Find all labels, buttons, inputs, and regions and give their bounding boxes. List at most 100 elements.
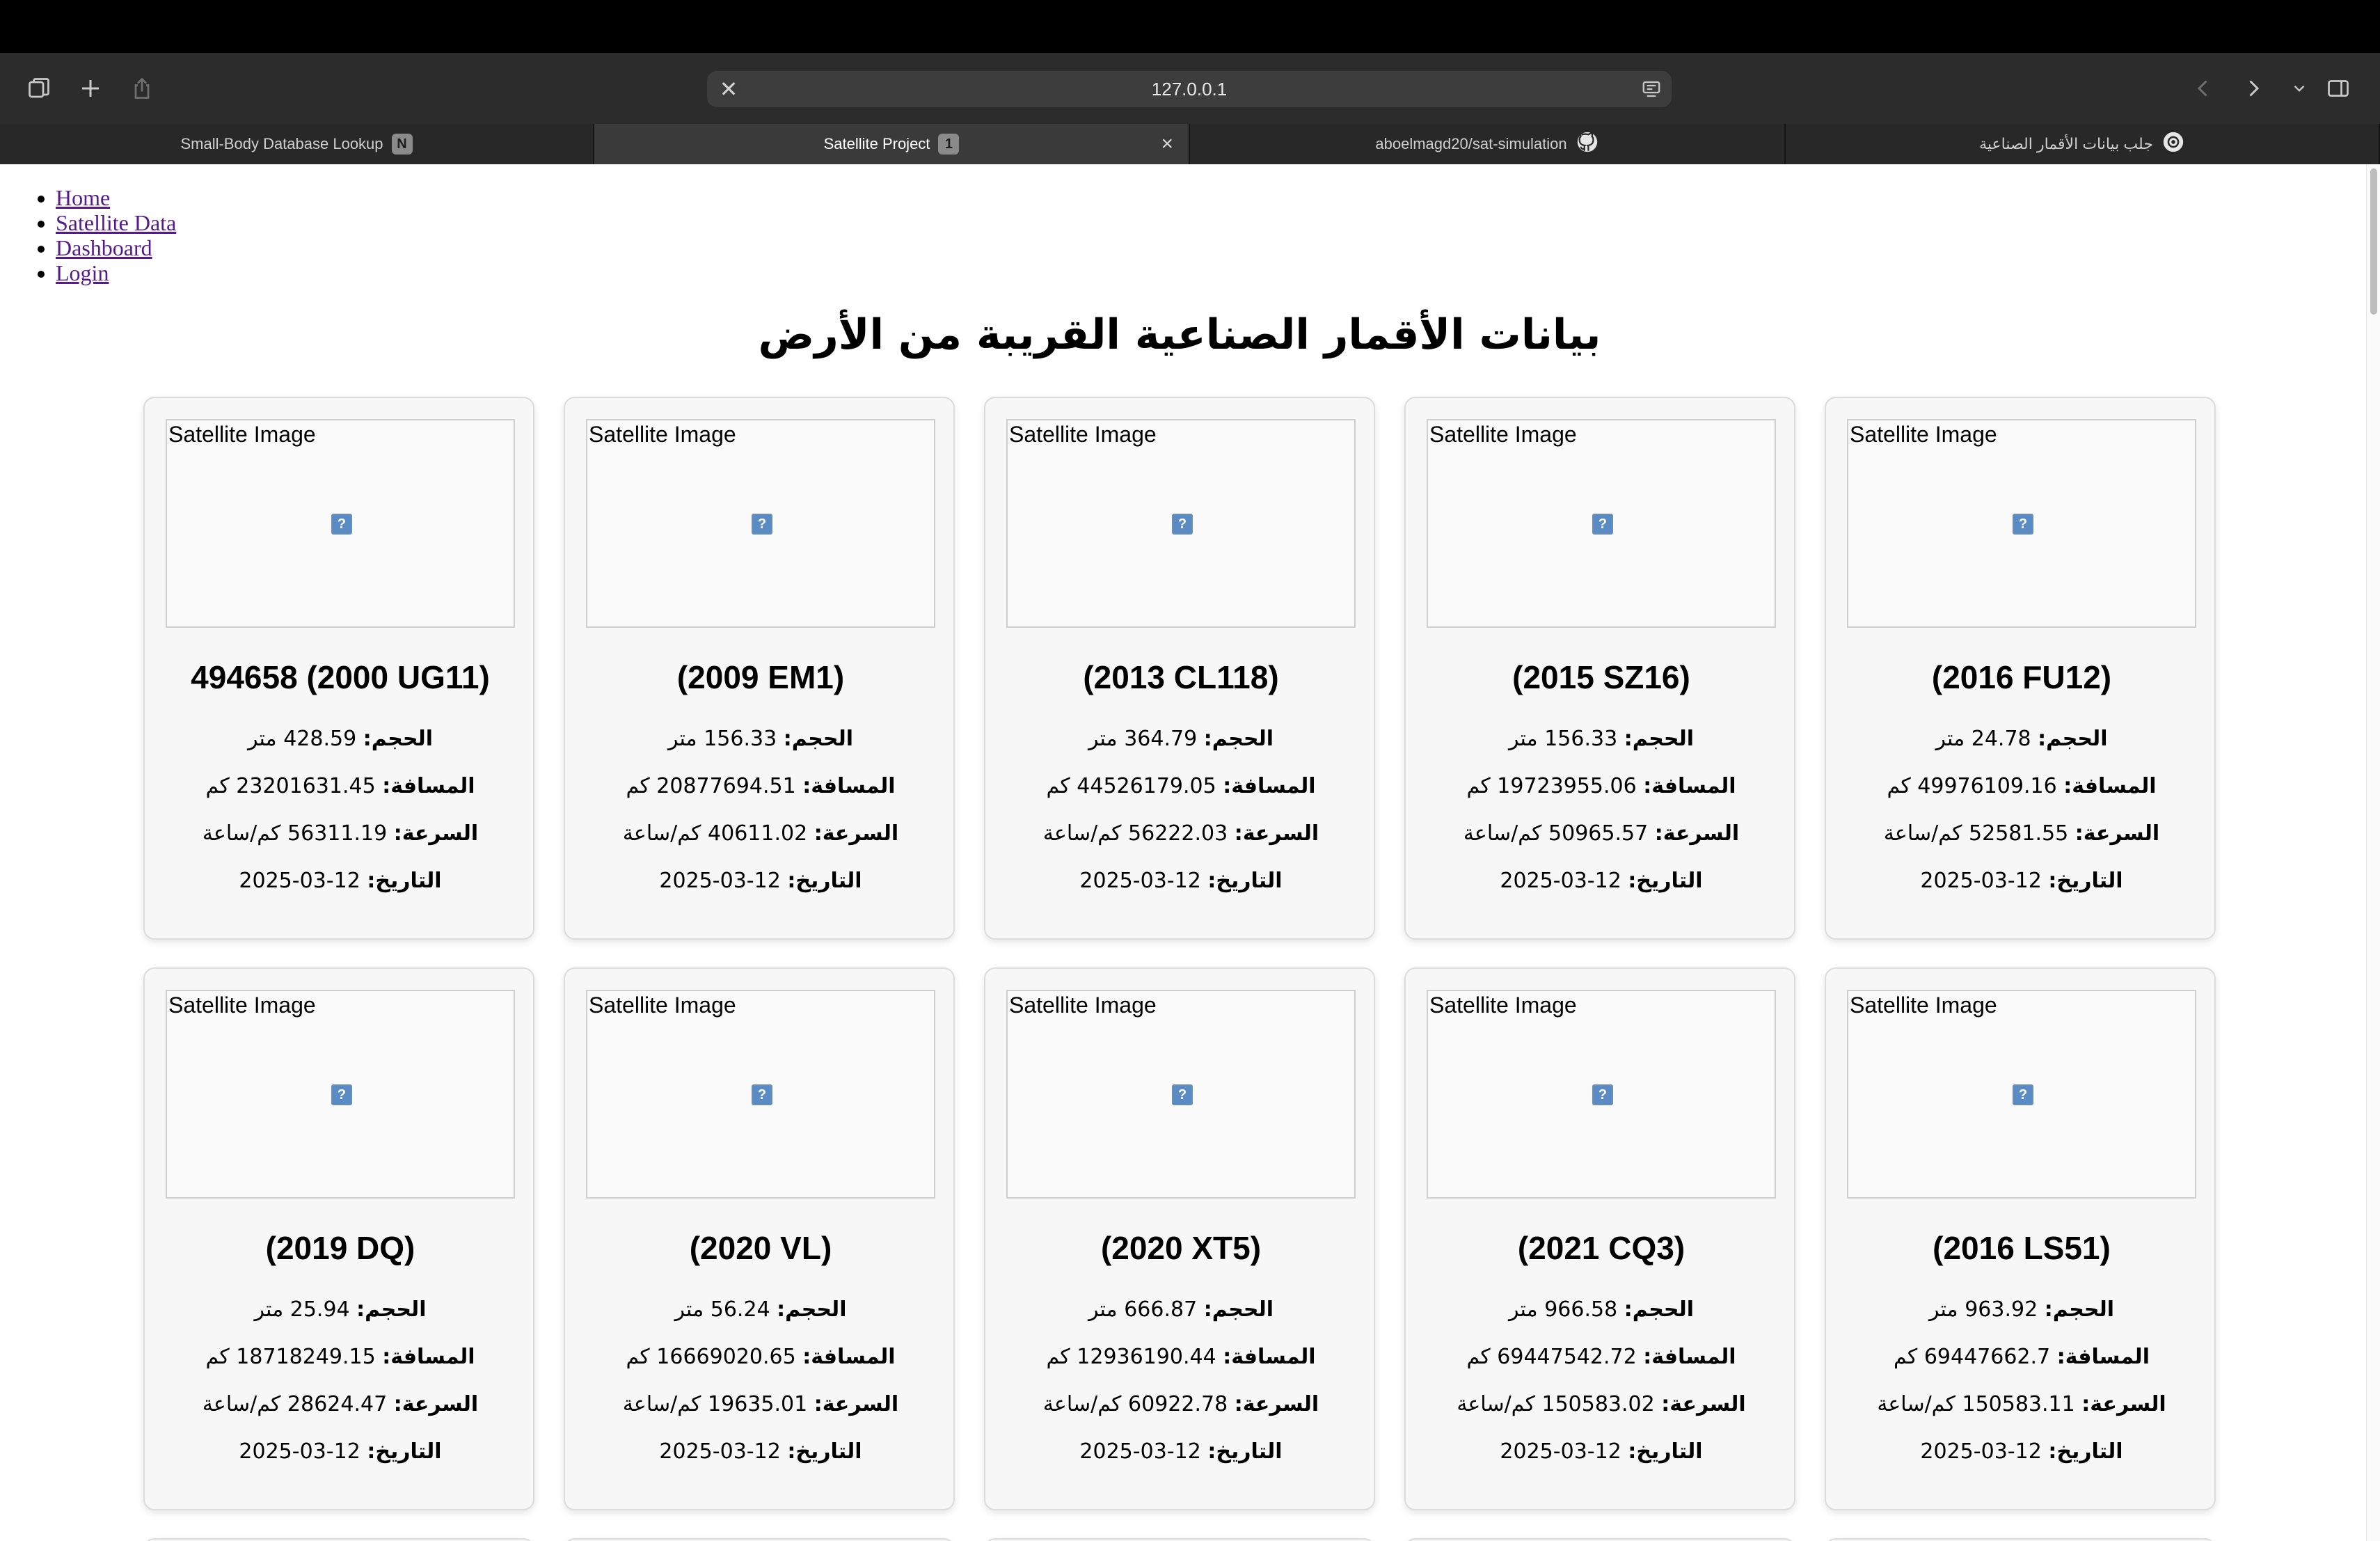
satellite-date: التاريخ: 12-03-2025: [1406, 1439, 1797, 1464]
satellite-distance: المسافة: 44526179.05 كم: [985, 774, 1377, 798]
distance-value: 44526179.05: [1077, 774, 1216, 798]
satellite-image: Satellite Image?: [586, 990, 935, 1199]
size-value: 56.24: [710, 1297, 770, 1322]
satellite-card: [143, 1538, 534, 1541]
nav-link-satellite-data[interactable]: Satellite Data: [56, 210, 176, 235]
satellite-name: (2021 CQ3): [1517, 1230, 1685, 1266]
tab-overview-icon[interactable]: [22, 72, 56, 105]
date-label: التاريخ:: [2048, 1439, 2123, 1464]
tab-small-body-database[interactable]: Small-Body Database Lookup N: [0, 124, 594, 164]
satellite-date: التاريخ: 12-03-2025: [985, 869, 1377, 893]
size-label: الحجم:: [2038, 727, 2108, 751]
size-value: 364.79: [1124, 727, 1198, 751]
speed-label: السرعة:: [1234, 821, 1319, 846]
size-value: 156.33: [704, 727, 777, 751]
date-value: 12-03-2025: [1500, 1439, 1621, 1464]
size-unit: متر: [1088, 1297, 1118, 1322]
openai-icon: [2161, 130, 2185, 158]
satellite-image: Satellite Image?: [166, 990, 515, 1199]
share-icon[interactable]: [125, 72, 159, 105]
size-label: الحجم:: [363, 727, 434, 751]
satellite-name: (2020 VL): [689, 1230, 832, 1266]
satellite-speed: السرعة: 50965.57 كم/ساعة: [1406, 821, 1797, 846]
date-label: التاريخ:: [787, 1439, 862, 1464]
size-value: 24.78: [1971, 727, 2031, 751]
window-top-bar: [0, 0, 2380, 53]
satellite-image: Satellite Image?: [1847, 419, 2196, 628]
distance-label: المسافة:: [1223, 774, 1316, 798]
forward-icon[interactable]: [2237, 72, 2270, 105]
chevron-down-icon[interactable]: [2283, 72, 2316, 105]
size-unit: متر: [674, 1297, 704, 1322]
satellite-image: Satellite Image?: [1427, 990, 1776, 1199]
satellite-card: Satellite Image? 494658 (2000 UG11) الحجم:…: [143, 397, 534, 940]
satellite-speed: السرعة: 150583.11 كم/ساعة: [1826, 1392, 2217, 1416]
speed-value: 60922.78: [1128, 1392, 1228, 1416]
satellite-card: [1825, 1538, 2216, 1541]
speed-unit: كم/ساعة: [1457, 1392, 1535, 1416]
satellite-card: Satellite Image? (2019 DQ) الحجم: 25.94 مت…: [143, 967, 534, 1510]
speed-unit: كم/ساعة: [1042, 1392, 1122, 1416]
satellite-image: Satellite Image?: [1427, 419, 1776, 628]
address-bar[interactable]: ✕ 127.0.0.1: [707, 71, 1672, 107]
browser-toolbar: ✕ 127.0.0.1: [0, 53, 2380, 124]
date-label: التاريخ:: [2048, 869, 2123, 893]
satellite-size: الحجم: 428.59 متر: [145, 727, 536, 751]
image-alt-text: Satellite Image: [168, 993, 316, 1018]
speed-label: السرعة:: [1661, 1392, 1746, 1416]
size-unit: متر: [1935, 727, 1965, 751]
reader-mode-icon[interactable]: [1641, 79, 1662, 100]
stop-loading-icon[interactable]: ✕: [715, 76, 742, 102]
date-label: التاريخ:: [787, 869, 862, 893]
distance-label: المسافة:: [802, 1345, 896, 1369]
satellite-name: (2016 FU12): [1931, 659, 2112, 695]
broken-image-icon: ?: [331, 1084, 352, 1105]
satellite-speed: السرعة: 40611.02 كم/ساعة: [565, 821, 956, 846]
size-unit: متر: [247, 727, 277, 751]
scrollbar-thumb[interactable]: [2370, 168, 2377, 315]
sidebar-toggle-icon[interactable]: [2322, 72, 2355, 105]
broken-image-icon: ?: [752, 514, 772, 535]
date-value: 12-03-2025: [239, 1439, 360, 1464]
distance-unit: كم: [1894, 1345, 1918, 1369]
nav-link-login[interactable]: Login: [56, 260, 109, 285]
speed-value: 28624.47: [287, 1392, 388, 1416]
satellite-speed: السرعة: 60922.78 كم/ساعة: [985, 1392, 1377, 1416]
speed-unit: كم/ساعة: [1877, 1392, 1955, 1416]
size-value: 428.59: [283, 727, 357, 751]
broken-image-icon: ?: [1172, 1084, 1193, 1105]
speed-value: 19635.01: [708, 1392, 808, 1416]
speed-value: 52581.55: [1969, 821, 2069, 846]
satellite-speed: السرعة: 56222.03 كم/ساعة: [985, 821, 1377, 846]
distance-label: المسافة:: [2063, 774, 2157, 798]
tab-fetch-satellite-data[interactable]: جلب بيانات الأقمار الصناعية: [1786, 124, 2380, 164]
page-scrollbar[interactable]: [2366, 164, 2380, 1541]
date-value: 12-03-2025: [659, 1439, 781, 1464]
back-icon[interactable]: [2187, 72, 2220, 105]
distance-value: 16669020.65: [656, 1345, 796, 1369]
satellite-distance: المسافة: 69447542.72 كم: [1406, 1345, 1797, 1369]
distance-label: المسافة:: [382, 1345, 475, 1369]
size-unit: متر: [667, 727, 697, 751]
nav-link-dashboard[interactable]: Dashboard: [56, 235, 152, 260]
close-tab-icon[interactable]: ×: [1161, 132, 1173, 156]
speed-label: السرعة:: [393, 821, 479, 846]
size-unit: متر: [1508, 1297, 1538, 1322]
broken-image-icon: ?: [752, 1084, 772, 1105]
nav-link-home[interactable]: Home: [56, 185, 110, 210]
image-alt-text: Satellite Image: [1429, 993, 1577, 1018]
size-unit: متر: [254, 1297, 284, 1322]
satellite-date: التاريخ: 12-03-2025: [565, 869, 956, 893]
distance-value: 19723955.06: [1497, 774, 1637, 798]
nav-item-home: Home: [56, 185, 176, 210]
tab-satellite-project[interactable]: Satellite Project 1 ×: [594, 124, 1190, 164]
satellite-grid: Satellite Image? 494658 (2000 UG11) الحجم:…: [143, 397, 2216, 1541]
date-value: 12-03-2025: [239, 869, 360, 893]
tab-label: جلب بيانات الأقمار الصناعية: [1979, 135, 2153, 152]
new-tab-icon[interactable]: [74, 72, 107, 105]
distance-label: المسافة:: [382, 774, 475, 798]
speed-value: 56311.19: [287, 821, 388, 846]
distance-label: المسافة:: [1223, 1345, 1316, 1369]
distance-unit: كم: [626, 1345, 650, 1369]
tab-github-repo[interactable]: aboelmagd20/sat-simulation: [1190, 124, 1786, 164]
